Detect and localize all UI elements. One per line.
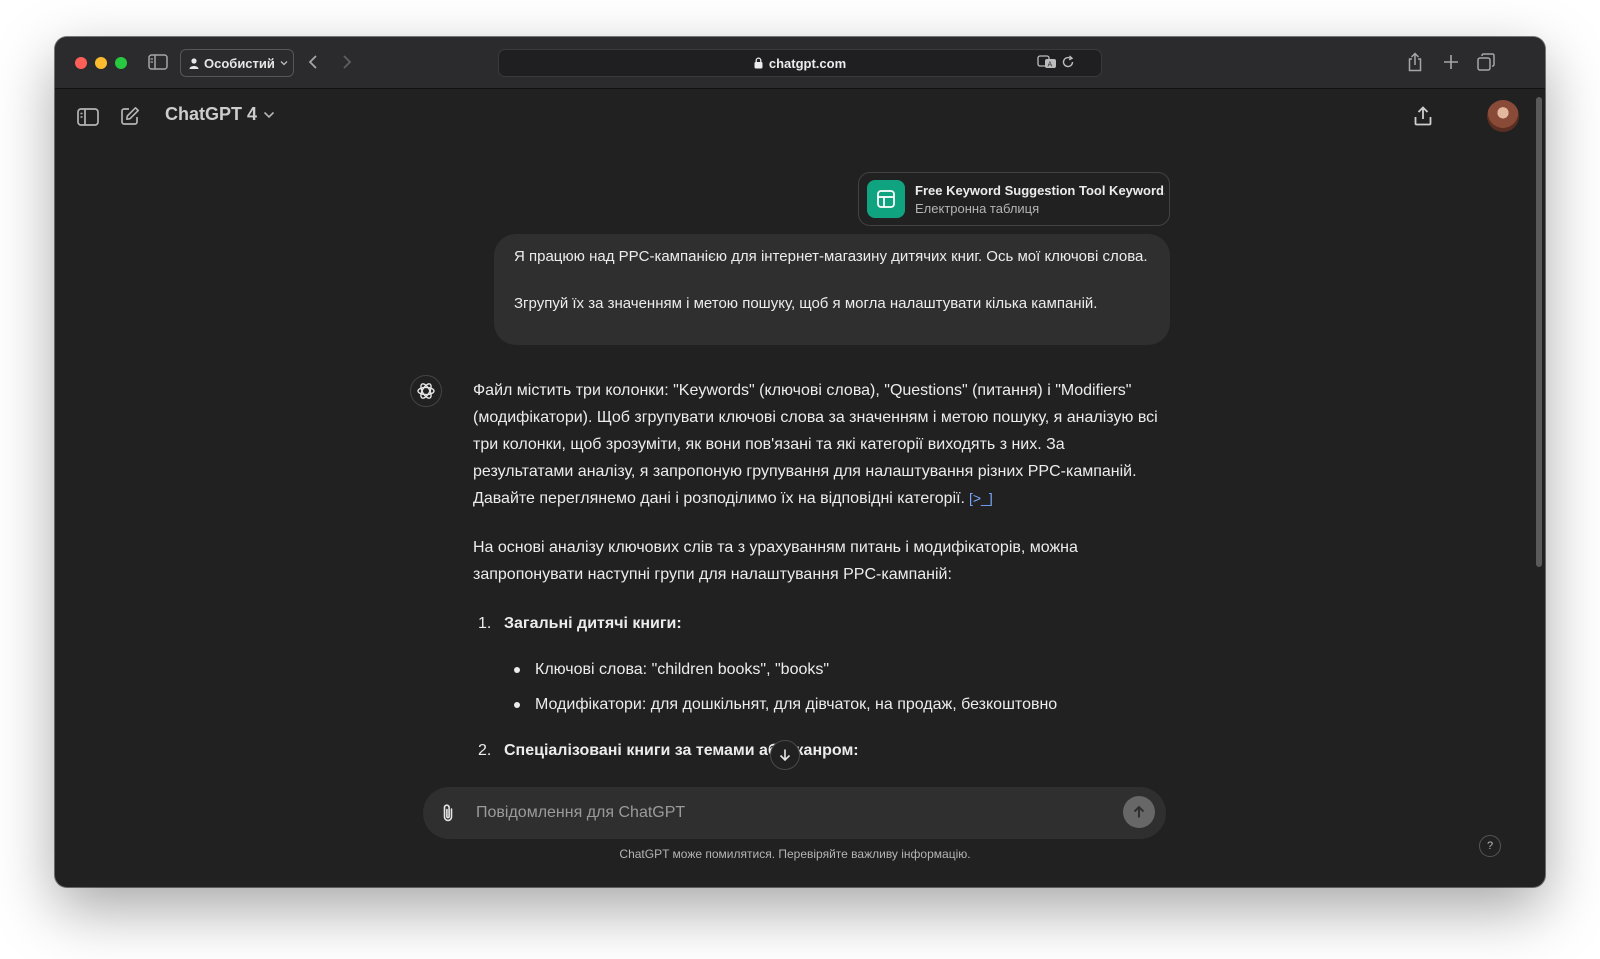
svg-text:A: A: [1048, 61, 1053, 69]
arrow-up-icon: [1133, 805, 1145, 818]
app-header: ChatGPT 4: [55, 89, 1545, 145]
sidebar-icon[interactable]: [75, 104, 101, 130]
group-list: 1. Загальні дитячі книги: Ключові слова:…: [473, 610, 1163, 764]
group-title: Загальні дитячі книги:: [504, 615, 682, 632]
tab-overview-icon[interactable]: [1475, 51, 1497, 73]
translate-icon[interactable]: A: [1036, 52, 1058, 72]
help-button[interactable]: ?: [1479, 835, 1501, 857]
group-items: Ключові слова: "children books", "books"…: [504, 656, 1163, 718]
share-icon[interactable]: [1405, 50, 1425, 74]
person-icon: [189, 57, 199, 69]
list-number: 2.: [478, 742, 492, 759]
url-text: chatgpt.com: [768, 55, 847, 71]
reload-icon[interactable]: [1058, 52, 1078, 72]
scrollbar[interactable]: [1536, 97, 1542, 567]
new-chat-icon[interactable]: [117, 103, 143, 129]
model-name: ChatGPT 4: [165, 104, 258, 124]
forward-icon[interactable]: [336, 51, 358, 73]
message-input[interactable]: [476, 801, 1076, 825]
new-tab-icon[interactable]: [1440, 51, 1462, 73]
browser-toolbar: Особистий chatgpt.com A: [55, 37, 1545, 89]
assistant-paragraph: Файл містить три колонки: "Keywords" (кл…: [473, 377, 1163, 512]
share-chat-icon[interactable]: [1410, 103, 1436, 129]
user-avatar[interactable]: [1487, 100, 1519, 132]
lock-icon: [754, 57, 763, 69]
group-title: Спеціалізовані книги за темами або жанро…: [504, 742, 859, 759]
assistant-paragraph-text: Файл містить три колонки: "Keywords" (кл…: [473, 382, 1158, 507]
sidebar-toggle-icon[interactable]: [147, 51, 169, 73]
user-message-paragraph: Згрупуй їх за значенням і метою пошуку, …: [514, 295, 1098, 312]
user-message: Я працюю над PPC-кампанією для інтернет-…: [494, 234, 1170, 345]
arrow-down-icon: [779, 749, 791, 762]
profile-label: Особистий: [204, 55, 275, 71]
browser-window: Особистий chatgpt.com A ChatGPT 4 Free K…: [55, 37, 1545, 887]
disclaimer-text: ChatGPT може помилятися. Перевіряйте важ…: [619, 847, 971, 861]
spreadsheet-icon: [867, 180, 905, 218]
list-item: 1. Загальні дитячі книги: Ключові слова:…: [473, 610, 1163, 718]
list-item: Модифікатори: для дошкільнят, для дівчат…: [504, 691, 1163, 718]
address-bar[interactable]: chatgpt.com: [498, 49, 1102, 77]
scroll-down-button[interactable]: [770, 740, 800, 770]
back-icon[interactable]: [302, 51, 324, 73]
assistant-message: Файл містить три колонки: "Keywords" (кл…: [473, 377, 1163, 783]
list-number: 1.: [478, 615, 492, 632]
attachment-card[interactable]: Free Keyword Suggestion Tool Keyword... …: [858, 172, 1170, 226]
chatgpt-logo-icon: [410, 375, 442, 407]
code-citation-link[interactable]: [>_]: [969, 490, 993, 506]
model-selector[interactable]: ChatGPT 4: [165, 104, 275, 125]
list-item: 2. Спеціалізовані книги за темами або жа…: [473, 737, 1163, 764]
chevron-down-icon: [263, 111, 275, 118]
message-composer: [423, 787, 1166, 839]
send-button[interactable]: [1123, 796, 1155, 828]
chevron-down-icon: [280, 61, 288, 66]
zoom-window-button[interactable]: [115, 57, 127, 69]
assistant-paragraph: На основі аналізу ключових слів та з ура…: [473, 539, 1078, 583]
attachment-type: Електронна таблиця: [915, 200, 1040, 216]
minimize-window-button[interactable]: [95, 57, 107, 69]
user-message-paragraph: Я працюю над PPC-кампанією для інтернет-…: [514, 248, 1148, 265]
attachment-name: Free Keyword Suggestion Tool Keyword...: [915, 182, 1165, 198]
close-window-button[interactable]: [75, 57, 87, 69]
paperclip-icon[interactable]: [437, 801, 459, 825]
list-item: Ключові слова: "children books", "books": [504, 656, 1163, 683]
profile-switcher[interactable]: Особистий: [180, 49, 294, 77]
